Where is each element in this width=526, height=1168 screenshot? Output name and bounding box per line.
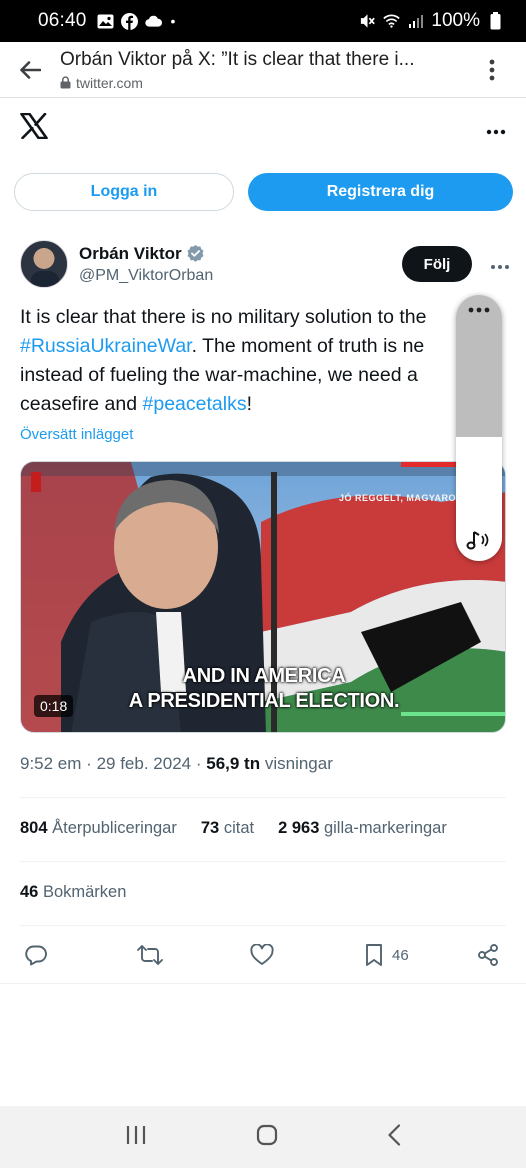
url-text: twitter.com bbox=[76, 74, 143, 91]
tweet-text: It is clear that there is no military so… bbox=[20, 303, 510, 419]
tweet-video[interactable]: JÓ REGGELT, MAGYARORSZ AND IN AMERICA A … bbox=[20, 461, 506, 733]
battery-text: 100% bbox=[431, 10, 480, 31]
kebab-menu-icon bbox=[489, 59, 495, 80]
meta-separator: · bbox=[86, 754, 92, 773]
quotes-count: 73 bbox=[200, 819, 220, 837]
tweet-line-3: instead of fueling the war-machine, we n… bbox=[20, 364, 418, 386]
tweet-date[interactable]: 29 feb. 2024 bbox=[97, 754, 192, 773]
quotes-label: citat bbox=[223, 819, 255, 837]
bookmarks-label: Bokmärken bbox=[42, 883, 127, 901]
views-count: 56,9 tn bbox=[206, 754, 261, 773]
video-duration: 0:18 bbox=[34, 695, 74, 717]
meta-separator-2: · bbox=[195, 754, 202, 773]
repost-icon bbox=[137, 945, 163, 965]
like-button[interactable] bbox=[250, 944, 274, 966]
quotes-stat[interactable]: 73 citat bbox=[201, 819, 254, 838]
gallery-icon bbox=[97, 13, 114, 30]
wifi-icon bbox=[383, 13, 401, 30]
likes-label: gilla-markeringar bbox=[323, 819, 447, 837]
reposts-count: 804 bbox=[20, 819, 48, 837]
battery-icon bbox=[487, 12, 504, 30]
divider bbox=[20, 861, 506, 862]
reply-button[interactable] bbox=[24, 943, 48, 967]
repost-button[interactable] bbox=[136, 943, 164, 967]
author-name[interactable]: Orbán Viktor bbox=[79, 244, 182, 264]
bookmark-icon bbox=[366, 944, 382, 966]
signal-icon bbox=[407, 13, 424, 30]
x-logo-icon[interactable] bbox=[20, 112, 48, 144]
facebook-icon bbox=[120, 12, 138, 30]
tweet-line-1: It is clear that there is no military so… bbox=[20, 306, 427, 328]
browser-menu-button[interactable] bbox=[472, 42, 512, 98]
divider bbox=[20, 925, 506, 926]
share-icon bbox=[478, 944, 498, 966]
back-button[interactable] bbox=[0, 42, 60, 98]
bookmarks-count: 46 bbox=[20, 883, 39, 901]
bookmark-button[interactable]: 46 bbox=[364, 943, 409, 967]
cloud-icon bbox=[144, 13, 162, 30]
sound-icon[interactable] bbox=[456, 529, 502, 553]
share-button[interactable] bbox=[476, 943, 500, 967]
signup-button[interactable]: Registrera dig bbox=[248, 173, 513, 211]
notification-dot: • bbox=[170, 13, 176, 29]
tweet-stats: 804 Återpubliceringar 73 citat 2 963 gil… bbox=[20, 819, 447, 838]
reply-icon bbox=[25, 945, 47, 966]
tweet-meta: 9:52 em · 29 feb. 2024 · 56,9 tn visning… bbox=[20, 754, 333, 774]
system-nav-bar bbox=[0, 1106, 526, 1168]
tweet-author: Orbán Viktor @PM_ViktorOrban Följ bbox=[20, 238, 510, 290]
follow-button[interactable]: Följ bbox=[402, 246, 472, 282]
translate-link[interactable]: Översätt inlägget bbox=[20, 426, 133, 443]
tweet-more-icon[interactable] bbox=[472, 253, 510, 276]
tweet-line-2-text: . The moment of truth is ne bbox=[191, 335, 425, 357]
like-icon bbox=[250, 944, 274, 965]
reposts-label: Återpubliceringar bbox=[52, 819, 177, 837]
hashtag-peacetalks[interactable]: #peacetalks bbox=[143, 393, 247, 415]
likes-count: 2 963 bbox=[278, 819, 320, 837]
bookmarks-stat[interactable]: 46 Bokmärken bbox=[20, 883, 126, 902]
avatar[interactable] bbox=[20, 240, 68, 288]
mute-icon bbox=[359, 13, 376, 30]
header-more-icon[interactable] bbox=[486, 115, 506, 141]
login-button[interactable]: Logga in bbox=[14, 173, 234, 211]
views-label: visningar bbox=[264, 754, 333, 773]
video-caption-line-2: A PRESIDENTIAL ELECTION. bbox=[128, 690, 400, 712]
floating-volume-panel[interactable] bbox=[456, 295, 502, 561]
divider bbox=[0, 983, 526, 984]
x-header bbox=[0, 98, 526, 158]
system-back-button[interactable] bbox=[387, 1123, 401, 1151]
tweet-line-4-end: ! bbox=[246, 393, 252, 415]
status-time: 06:40 bbox=[38, 10, 87, 31]
recent-apps-button[interactable] bbox=[125, 1125, 147, 1150]
author-handle[interactable]: @PM_ViktorOrban bbox=[79, 267, 213, 285]
tweet-actions: 46 bbox=[24, 938, 504, 972]
divider bbox=[20, 797, 506, 798]
likes-stat[interactable]: 2 963 gilla-markeringar bbox=[278, 819, 447, 838]
lock-icon bbox=[60, 76, 71, 89]
tweet-line-4: ceasefire and #peacetalks! bbox=[20, 390, 510, 419]
reposts-stat[interactable]: 804 Återpubliceringar bbox=[20, 819, 177, 838]
url-area[interactable]: Orbán Viktor på X: ”It is clear that the… bbox=[60, 49, 472, 91]
tweet-line-4-text: ceasefire and bbox=[20, 393, 143, 415]
tweet-time[interactable]: 9:52 em bbox=[20, 754, 81, 773]
back-arrow-icon bbox=[20, 60, 41, 79]
hashtag-russiaukrainewar[interactable]: #RussiaUkraineWar bbox=[20, 335, 192, 357]
video-caption-line-1: AND IN AMERICA bbox=[182, 665, 346, 687]
page-title: Orbán Viktor på X: ”It is clear that the… bbox=[60, 48, 415, 70]
status-bar: 06:40 • 100% bbox=[0, 0, 526, 42]
home-button[interactable] bbox=[256, 1124, 278, 1151]
browser-bar: Orbán Viktor på X: ”It is clear that the… bbox=[0, 42, 526, 98]
floating-more-icon[interactable] bbox=[456, 295, 502, 437]
bookmark-count: 46 bbox=[392, 946, 409, 964]
tweet-line-2: #RussiaUkraineWar. The moment of truth i… bbox=[20, 332, 510, 361]
auth-buttons: Logga in Registrera dig bbox=[14, 173, 513, 213]
verified-badge-icon bbox=[187, 244, 204, 262]
